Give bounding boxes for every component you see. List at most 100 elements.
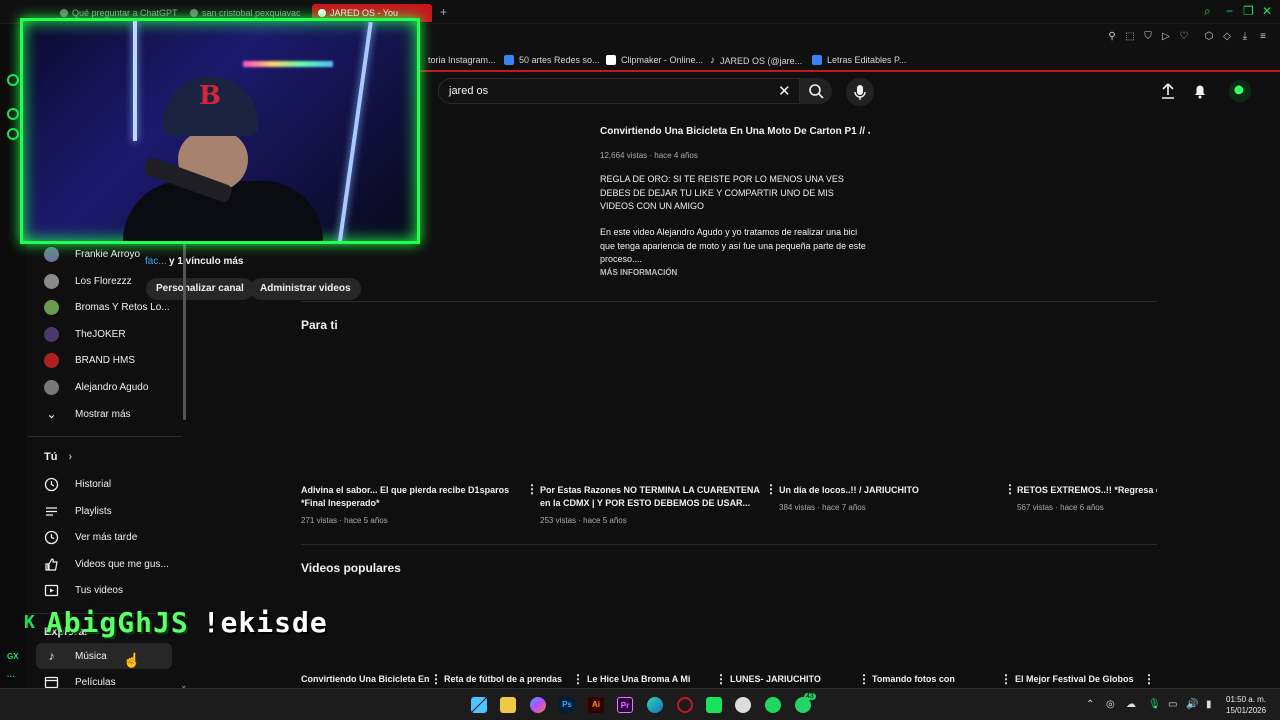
shield-icon[interactable]: ⛉ [1142,31,1154,43]
video-card[interactable]: Adivina el sabor... El que pierda recibe… [301,484,529,525]
start-menu-icon[interactable] [471,697,487,713]
snapshot-icon[interactable]: ⬚ [1124,31,1136,43]
google-favicon-icon [190,9,198,17]
featured-description-2: En este video Alejandro Agudo y yo trata… [600,227,866,264]
onedrive-icon[interactable]: ☁ [1126,699,1136,710]
edge-icon[interactable] [647,697,663,713]
sidebar-item-playlists[interactable]: Playlists [36,498,172,524]
gx-app-icon[interactable] [706,697,722,713]
bookmark-item[interactable]: Clipmaker - Online... [606,55,703,65]
voice-search-button[interactable] [846,78,874,106]
video-menu-icon[interactable]: ⋮ [430,672,442,686]
gx-corner-icon[interactable] [7,74,19,86]
history-icon [44,477,59,491]
more-info-link[interactable]: MÁS INFORMACIÓN [600,268,677,277]
sidebar-sub-bromas-y-retos[interactable]: Bromas Y Retos Lo... [36,294,172,320]
gx-control-icon[interactable] [7,108,19,120]
opera-gx-icon[interactable] [677,697,693,713]
popular-video-title[interactable]: Le Hice Una Broma A Mi [587,674,690,684]
you-heading-label: Tú [44,451,58,463]
video-card[interactable]: Por Estas Razones NO TERMINA LA CUARENTE… [540,484,760,525]
menu-icon[interactable]: ≡ [1257,31,1269,43]
system-clock[interactable]: 01:50 a. m. 15/01/2026 [1226,694,1266,716]
search-tabs-icon[interactable]: ⌕ [1204,4,1211,19]
bookmark-item[interactable]: 50 artes Redes so... [504,55,600,65]
tray-app-icon[interactable]: ◎ [1106,699,1115,710]
webcam-overlay: B [20,18,420,244]
popular-video-title[interactable]: Tomando fotos con [872,674,955,684]
sidebar-show-more[interactable]: ⌄ Mostrar más [36,401,172,427]
play-icon[interactable]: ▷ [1160,31,1172,43]
illustrator-icon[interactable]: Ai [588,697,604,713]
copilot-icon[interactable] [530,697,546,713]
volume-icon[interactable]: 🔊 [1186,699,1198,710]
video-menu-icon[interactable]: ⋮ [858,672,870,686]
popular-video-title[interactable]: El Mejor Festival De Globos [1015,674,1134,684]
cube-icon[interactable]: ◇ [1221,31,1233,43]
spotify-icon[interactable] [765,697,781,713]
search-input[interactable]: jared os [438,78,800,104]
bookmark-item[interactable]: ♪ JARED OS (@jare... [710,55,802,66]
microphone-tray-icon[interactable]: 🎙 [1148,699,1161,710]
video-menu-icon[interactable]: ⋮ [715,672,727,686]
new-tab-button[interactable]: + [440,5,447,19]
maximize-button[interactable]: ❐ [1243,4,1254,18]
you-section-heading[interactable]: Tú › [44,451,72,463]
notifications-bell-icon[interactable] [1192,82,1208,100]
video-menu-icon[interactable]: ⋮ [1004,482,1016,496]
sidebar-item-history[interactable]: Historial [36,471,172,497]
video-menu-icon[interactable]: ⋮ [765,482,777,496]
manage-videos-button[interactable]: Administrar videos [250,278,361,300]
sidebar-sub-frankie-arroyo[interactable]: Frankie Arroyo [36,241,172,267]
pin-icon[interactable]: ⚲ [1106,31,1118,43]
close-window-button[interactable]: ✕ [1262,4,1272,18]
video-menu-icon[interactable]: ⋮ [572,672,584,686]
video-menu-icon[interactable]: ⋮ [1143,672,1155,686]
search-button[interactable] [800,78,832,104]
file-explorer-icon[interactable] [500,697,516,713]
photoshop-icon[interactable]: Ps [559,697,575,713]
video-title[interactable]: RETOS EXTREMOS..!! *Regresa con MAL// JA… [1017,484,1157,497]
premiere-icon[interactable]: Pr [617,697,633,713]
heart-icon[interactable]: ♡ [1178,31,1190,43]
account-avatar[interactable] [1229,80,1251,102]
channel-more-links[interactable]: y 1 vínculo más [169,256,243,267]
sidebar-sub-thejoker[interactable]: TheJOKER [36,321,172,347]
video-menu-icon[interactable]: ⋮ [1000,672,1012,686]
sidebar-sub-los-florezzz[interactable]: Los Florezzz [36,268,172,294]
download-icon[interactable]: ⤓ [1239,31,1251,43]
display-icon[interactable]: ▭ [1168,699,1177,710]
video-title[interactable]: Adivina el sabor... El que pierda recibe… [301,484,529,510]
camera-app-icon[interactable] [735,697,751,713]
chevron-right-icon: › [68,451,73,463]
video-card[interactable]: Un día de locos..!! / JARIUCHITO 384 vis… [779,484,999,512]
bookmark-item[interactable]: Letras Editables P... [812,55,906,65]
video-card[interactable]: RETOS EXTREMOS..!! *Regresa con MAL// JA… [1017,484,1157,512]
sidebar-scrollbar[interactable] [183,242,186,420]
clear-search-icon[interactable]: ✕ [778,82,791,100]
tray-chevron-icon[interactable]: ⌃ [1086,699,1094,710]
video-menu-icon[interactable]: ⋮ [526,482,538,496]
sidebar-item-watch-later[interactable]: Ver más tarde [36,524,172,550]
tab-label: Qué preguntar a ChatGPT [72,8,178,18]
sidebar-item-music[interactable]: ♪ Música [36,643,172,669]
minimize-button[interactable]: − [1226,4,1233,18]
popular-video-title[interactable]: Reta de fútbol de a prendas [444,674,562,684]
featured-video-title[interactable]: Convirtiendo Una Bicicleta En Una Moto D… [600,126,870,137]
microphone-icon [854,85,866,100]
sidebar-sub-brand-hms[interactable]: BRAND HMS [36,347,172,373]
gx-messenger-icon[interactable] [7,128,19,140]
sidebar-item-liked-videos[interactable]: Videos que me gus... [36,551,172,577]
upload-icon[interactable] [1160,82,1176,100]
popular-video-title[interactable]: Convirtiendo Una Bicicleta En [301,674,430,684]
video-title[interactable]: Por Estas Razones NO TERMINA LA CUARENTE… [540,484,760,510]
more-icon[interactable]: ··· [7,672,15,681]
battery-icon[interactable]: ▮ [1206,699,1212,710]
sidebar-sub-alejandro-agudo[interactable]: Alejandro Agudo [36,374,172,400]
sidebar-item-your-videos[interactable]: Tus videos [36,577,172,603]
bookmark-item[interactable]: toria Instagram... [428,55,496,65]
extensions-icon[interactable]: ⬡ [1203,31,1215,43]
popular-video-title[interactable]: LUNES- JARIUCHITO [730,674,821,684]
video-title[interactable]: Un día de locos..!! / JARIUCHITO [779,484,999,497]
mouse-cursor-icon: ☝ [123,652,141,668]
